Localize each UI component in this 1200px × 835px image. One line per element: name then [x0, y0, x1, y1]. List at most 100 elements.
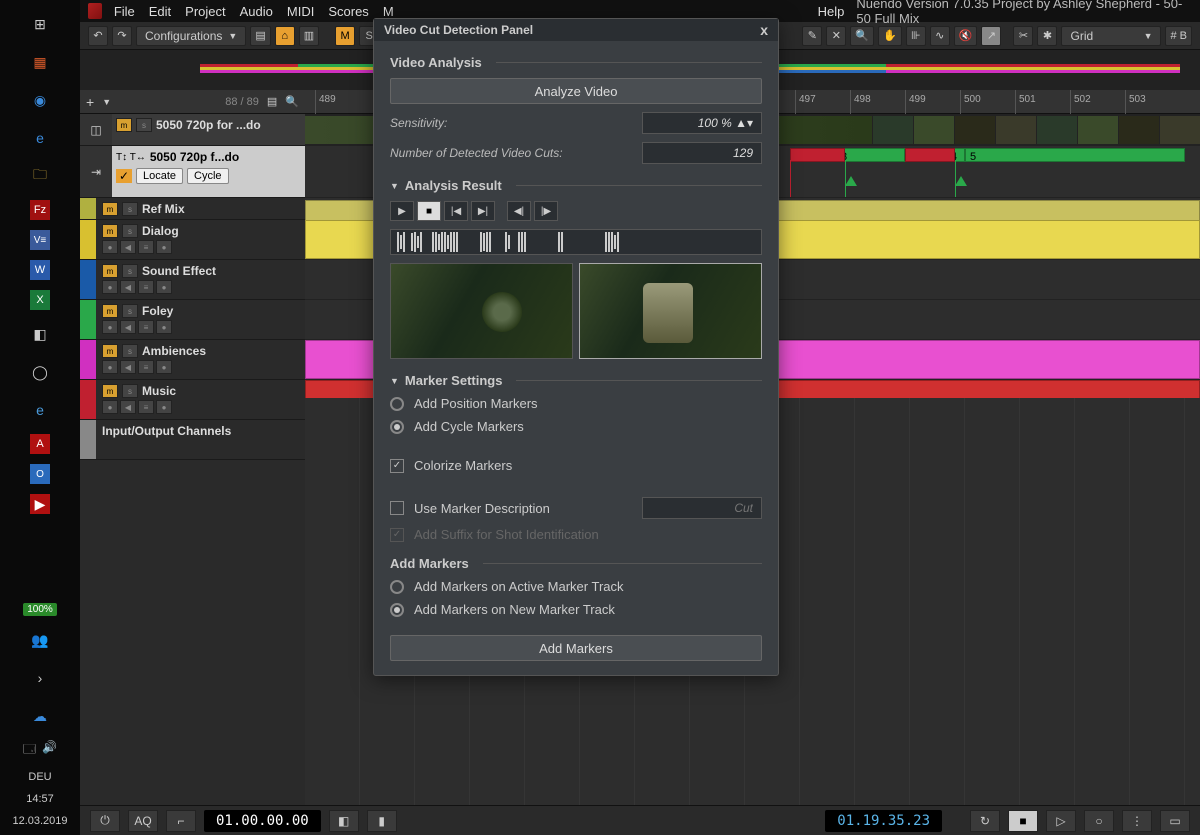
skip-back-button[interactable]: ◀| [507, 201, 531, 221]
track-control[interactable]: ● [102, 400, 118, 414]
clock-time[interactable]: 14:57 [26, 793, 54, 805]
loop-button[interactable]: ↻ [970, 810, 1000, 832]
menu-midi[interactable]: MIDI [287, 4, 314, 19]
menu-file[interactable]: File [114, 4, 135, 19]
track-control[interactable]: ◀ [120, 360, 136, 374]
track-control[interactable]: ● [102, 320, 118, 334]
explorer-icon[interactable]: 🗀 [26, 162, 54, 190]
track-control[interactable]: ● [156, 240, 172, 254]
search-button[interactable]: 🔍 [285, 95, 299, 108]
check-colorize[interactable]: Colorize Markers [390, 458, 762, 473]
tool-button[interactable]: ✕ [826, 26, 846, 46]
hand-tool-button[interactable]: ✋ [878, 26, 902, 46]
solo-button[interactable]: s [136, 118, 152, 132]
mute-all-button[interactable]: M [335, 26, 355, 46]
marker-checkbox[interactable]: ✓ [116, 169, 132, 183]
taskbar-app-icon[interactable]: ◉ [26, 86, 54, 114]
punch-button[interactable]: ⌐ [166, 810, 196, 832]
zoom-tool-button[interactable]: 🔍 [850, 26, 874, 46]
radio-add-position[interactable]: Add Position Markers [390, 396, 762, 411]
track-control[interactable]: ◀ [120, 280, 136, 294]
record-button[interactable]: ○ [1084, 810, 1114, 832]
beats-button[interactable]: # B [1165, 26, 1192, 46]
redo-button[interactable]: ↷ [112, 26, 132, 46]
stop-button[interactable]: ■ [1008, 810, 1038, 832]
thumbnail-after[interactable] [579, 263, 762, 359]
acrobat-icon[interactable]: A [30, 434, 50, 454]
tool-button[interactable]: ↗ [981, 26, 1001, 46]
tray-expand-icon[interactable]: › [26, 664, 54, 692]
add-track-button[interactable]: + [86, 94, 94, 110]
track-control[interactable]: ≡ [138, 320, 154, 334]
play-button[interactable]: ▷ [1046, 810, 1076, 832]
windows-start-icon[interactable]: ⊞ [26, 10, 54, 38]
marker-track-selected[interactable]: ⇥ T↕ T↔ 5050 720p f...do ✓ Locate Cycle [80, 146, 305, 198]
tool-button[interactable]: ✂ [1013, 26, 1033, 46]
dropdown-icon[interactable]: ▼ [102, 97, 111, 107]
aq-button[interactable]: AQ [128, 810, 158, 832]
cycle-marker[interactable]: 5 [965, 148, 1185, 162]
menu-audio[interactable]: Audio [240, 4, 273, 19]
word-icon[interactable]: W [30, 260, 50, 280]
solo-button[interactable]: s [122, 264, 138, 278]
marker-button[interactable]: ▮ [367, 810, 397, 832]
track-control[interactable]: ≡ [138, 360, 154, 374]
track-control[interactable]: ● [156, 400, 172, 414]
vs-icon[interactable]: V≡ [30, 230, 50, 250]
mute-button[interactable]: m [102, 384, 118, 398]
radio-add-active[interactable]: Add Markers on Active Marker Track [390, 579, 762, 594]
filezilla-icon[interactable]: Fz [30, 200, 50, 220]
people-icon[interactable]: 👥 [26, 626, 54, 654]
track-control[interactable]: ● [156, 360, 172, 374]
ie-icon[interactable]: e [26, 396, 54, 424]
check-use-description[interactable]: Use Marker Description [390, 497, 762, 519]
panel-button[interactable]: ▥ [299, 26, 319, 46]
mute-button[interactable]: m [102, 304, 118, 318]
excel-icon[interactable]: X [30, 290, 50, 310]
outlook-icon[interactable]: O [30, 464, 50, 484]
marker-button[interactable]: ◧ [329, 810, 359, 832]
thumbnail-before[interactable] [390, 263, 573, 359]
solo-button[interactable]: s [122, 384, 138, 398]
track-control[interactable]: ◀ [120, 240, 136, 254]
constrain-button[interactable]: ⌂ [275, 26, 295, 46]
menu-project[interactable]: Project [185, 4, 225, 19]
track-control[interactable]: ≡ [138, 240, 154, 254]
description-input[interactable] [642, 497, 762, 519]
configurations-dropdown[interactable]: Configurations ▼ [136, 26, 246, 46]
battery-icon[interactable]: 🗔 [23, 740, 36, 761]
list-view-button[interactable]: ▤ [267, 95, 277, 108]
taskbar-app-icon[interactable]: ▦ [26, 48, 54, 76]
mute-button[interactable]: m [102, 344, 118, 358]
menu-help[interactable]: Help [818, 4, 845, 19]
track-visibility-button[interactable]: ▤ [250, 26, 270, 46]
track-row[interactable]: ms Music ●◀≡● [80, 380, 305, 420]
menu-truncated[interactable]: M [383, 4, 394, 19]
track-control[interactable]: ≡ [138, 400, 154, 414]
solo-button[interactable]: s [122, 202, 138, 216]
mute-button[interactable]: m [102, 202, 118, 216]
mute-button[interactable]: m [102, 264, 118, 278]
transport-panel-button[interactable]: ▭ [1160, 810, 1190, 832]
track-control[interactable]: ≡ [138, 280, 154, 294]
next-button[interactable]: ▶| [471, 201, 495, 221]
menu-edit[interactable]: Edit [149, 4, 171, 19]
primary-timecode[interactable]: 01.00.00.00 [204, 810, 321, 832]
cut-barcode[interactable] [390, 229, 762, 255]
solo-button[interactable]: s [122, 224, 138, 238]
track-row[interactable]: Input/Output Channels [80, 420, 305, 460]
mute-button[interactable]: m [116, 118, 132, 132]
mute-button[interactable]: m [102, 224, 118, 238]
track-control[interactable]: ◀ [120, 320, 136, 334]
volume-icon[interactable]: 🔊 [42, 740, 57, 761]
dialog-titlebar[interactable]: Video Cut Detection Panel x [374, 19, 778, 41]
track-control[interactable]: ● [102, 240, 118, 254]
solo-button[interactable]: s [122, 304, 138, 318]
tool-button[interactable]: ∿ [930, 26, 950, 46]
track-row[interactable]: ms Ambiences ●◀≡● [80, 340, 305, 380]
locate-button[interactable]: Locate [136, 168, 183, 184]
tool-button[interactable]: 🔇 [954, 26, 978, 46]
solo-button[interactable]: s [122, 344, 138, 358]
track-row[interactable]: ms Sound Effect ●◀≡● [80, 260, 305, 300]
stop-button[interactable]: ■ [417, 201, 441, 221]
